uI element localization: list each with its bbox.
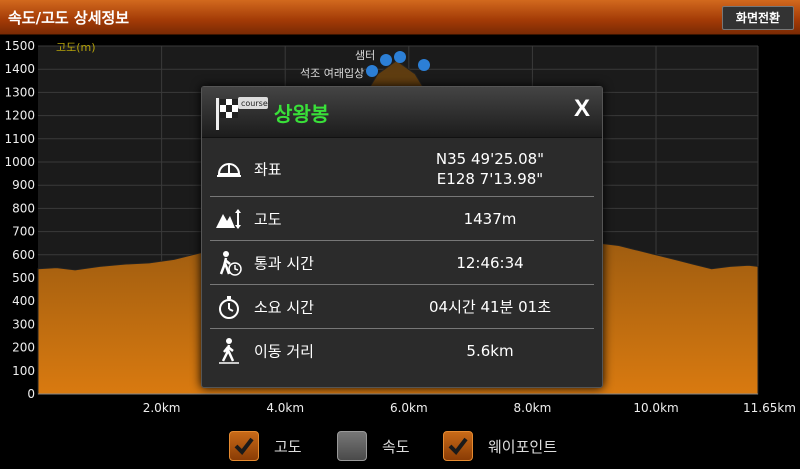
close-button[interactable]: X [574,95,590,123]
waypoint-label: 석조 여래입상 [300,67,364,80]
y-tick-label: 1100 [4,132,35,146]
course-flag-icon: course [216,97,268,130]
y-tick-label: 700 [12,225,35,239]
pass-time-label: 통과 시간 [254,254,314,272]
screen-title: 속도/고도 상세정보 [8,9,130,27]
altitude-value: 1437m [463,209,517,228]
x-tick-label: 11.65km [743,401,796,415]
y-tick-label: 400 [12,294,35,308]
waypoint-pin[interactable] [394,51,406,63]
altitude-row: 고도 1437m [210,197,594,241]
title-bar: 속도/고도 상세정보 화면전환 [0,0,800,35]
svg-text:course: course [241,99,268,108]
waypoint-checkbox[interactable] [443,431,473,461]
waypoint-legend-label: 웨이포인트 [488,438,558,456]
speed-legend-label: 속도 [382,438,410,456]
popup-title: 상왕봉 [274,102,330,126]
coordinate-row: 좌표 N35 49'25.08" E128 7'13.98" [210,142,594,197]
longitude-value: E128 7'13.98" [436,170,544,188]
y-tick-label: 100 [12,364,35,378]
y-tick-label: 1300 [4,85,35,99]
speed-checkbox[interactable] [337,431,367,461]
y-tick-label: 1000 [4,155,35,169]
y-tick-label: 600 [12,248,35,262]
altitude-legend-label: 고도 [274,438,302,456]
y-tick-label: 1400 [4,62,35,76]
check-icon [448,437,468,456]
waypoint-label: 샘터 [355,49,375,62]
waypoint-detail-popup: course 상왕봉 X 좌표 N35 49'25.08" E128 7'13.… [201,86,603,388]
y-axis-title: 고도(m) [56,41,96,54]
y-tick-label: 900 [12,178,35,192]
x-tick-label: 6.0km [390,401,428,415]
y-tick-label: 300 [12,317,35,331]
y-tick-label: 500 [12,271,35,285]
pass-time-value: 12:46:34 [456,253,524,272]
x-tick-label: 10.0km [633,401,678,415]
y-tick-label: 200 [12,341,35,355]
x-tick-label: 8.0km [514,401,552,415]
altitude-label: 고도 [254,210,282,228]
mountain-altitude-icon [216,208,241,229]
coordinate-value: N35 49'25.08" E128 7'13.98" [370,149,610,189]
y-tick-label: 1200 [4,109,35,123]
y-tick-label: 0 [27,387,35,401]
y-tick-label: 800 [12,201,35,215]
altitude-checkbox[interactable] [229,431,259,461]
elapsed-time-row: 소요 시간 04시간 41분 01초 [210,285,594,329]
coordinate-label: 좌표 [254,160,282,179]
waypoint-pin[interactable] [418,59,430,71]
distance-value: 5.6km [466,341,514,360]
coordinate-icon [217,163,241,177]
hiker-clock-icon [219,250,242,276]
x-tick-label: 2.0km [143,401,181,415]
distance-row: 이동 거리 5.6km [210,329,594,372]
waypoint-pin[interactable] [380,54,392,66]
switch-view-button[interactable]: 화면전환 [722,6,794,30]
elapsed-time-label: 소요 시간 [254,298,314,316]
elapsed-time-value: 04시간 41분 01초 [429,297,551,316]
popup-header: course 상왕봉 X [202,87,602,138]
waypoint-pin[interactable] [366,65,378,77]
y-tick-label: 1500 [4,39,35,53]
stopwatch-icon [219,295,239,319]
walking-distance-icon [219,337,239,364]
latitude-value: N35 49'25.08" [435,150,545,168]
check-icon [234,437,254,456]
pass-time-row: 통과 시간 12:46:34 [210,241,594,285]
distance-label: 이동 거리 [254,342,314,360]
x-tick-label: 4.0km [266,401,304,415]
legend-bar: 고도 속도 웨이포인트 [0,425,800,469]
